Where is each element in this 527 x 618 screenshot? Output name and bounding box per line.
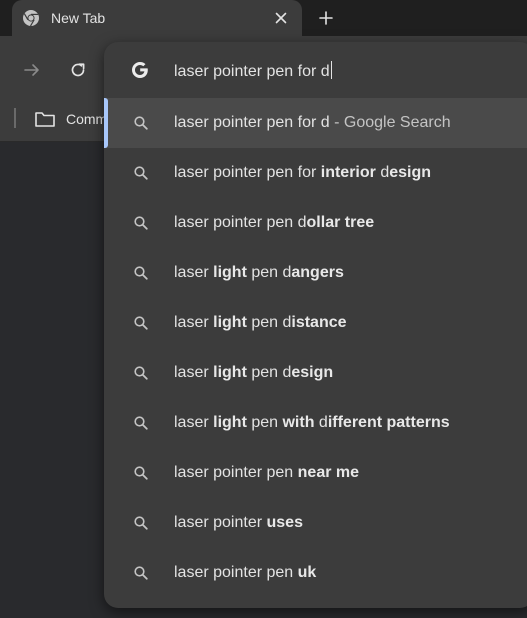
suggestion-query: pen d <box>246 264 292 281</box>
search-icon <box>133 465 149 481</box>
bookmark-folder[interactable]: Comm <box>34 106 107 132</box>
suggestion-query: laser pointer pen d <box>174 214 307 231</box>
suggestion-query: laser pointer <box>174 514 267 531</box>
suggestion-text: laser pointer pen for interior design <box>174 163 431 183</box>
suggestion-completion: uses <box>266 514 303 531</box>
suggestion-text: laser light pen with different patterns <box>174 413 450 433</box>
search-icon <box>133 165 149 181</box>
tab-title: New Tab <box>51 10 106 26</box>
suggestion-query: pen d <box>246 364 292 381</box>
folder-icon <box>35 112 55 127</box>
suggestion-text: laser pointer uses <box>174 513 303 533</box>
suggestion-completion: esign <box>291 364 334 381</box>
selection-indicator <box>104 98 108 148</box>
suggestion-completion: light <box>213 364 247 381</box>
suggestion-completion: interior <box>320 164 376 181</box>
reload-button[interactable] <box>66 58 90 82</box>
suggestion-text: laser pointer pen dollar tree <box>174 213 374 233</box>
omnibox-input-row[interactable]: laser pointer pen for d <box>104 42 527 98</box>
suggestion-query: d <box>375 164 390 181</box>
suggestion-completion: ollar tree <box>306 214 375 231</box>
new-tab-button[interactable] <box>314 6 338 30</box>
suggestion-text: laser light pen dangers <box>174 263 344 283</box>
text-caret <box>330 61 332 79</box>
suggestion-query: - Google Search <box>329 114 451 131</box>
suggestion-completion: near me <box>297 464 360 481</box>
suggestion-completion: light <box>213 414 247 431</box>
search-icon <box>133 115 149 131</box>
search-icon <box>133 315 149 331</box>
suggestion-text: laser light pen design <box>174 363 333 383</box>
suggestion-text: laser pointer pen for d - Google Search <box>174 113 451 133</box>
search-icon <box>133 365 149 381</box>
suggestion-completion: light <box>213 264 247 281</box>
suggestion-query: laser pointer pen <box>174 564 298 581</box>
suggestion-text: laser light pen distance <box>174 313 347 333</box>
suggestion-completion: ifferent patterns <box>327 414 450 431</box>
suggestion-completion: light <box>213 314 247 331</box>
suggestion-query: pen d <box>246 314 292 331</box>
suggestion-item[interactable]: laser light pen dangers <box>104 248 527 298</box>
suggestion-query: laser <box>174 314 214 331</box>
suggestion-query: laser pointer pen for <box>174 164 321 181</box>
suggestion-query: laser pointer pen for d <box>174 114 330 131</box>
suggestion-completion: istance <box>291 314 347 331</box>
chrome-icon <box>22 9 40 27</box>
suggestion-completion: uk <box>297 564 317 581</box>
suggestion-list: laser pointer pen for d - Google Search l… <box>104 98 527 598</box>
close-icon[interactable] <box>270 7 292 29</box>
suggestion-item[interactable]: laser pointer pen for d - Google Search <box>104 98 527 148</box>
arrow-right-icon <box>24 64 39 76</box>
search-icon <box>133 265 149 281</box>
suggestion-query: d <box>314 414 328 431</box>
search-icon <box>133 215 149 231</box>
suggestion-query: laser <box>174 264 214 281</box>
bookmarks-separator <box>14 108 16 128</box>
omnibox-input[interactable]: laser pointer pen for d <box>174 61 332 82</box>
forward-button[interactable] <box>20 58 44 82</box>
tab-strip-edge <box>0 0 10 36</box>
google-g-icon <box>130 60 150 80</box>
suggestion-item[interactable]: laser light pen with different patterns <box>104 398 527 448</box>
suggestion-completion: esign <box>389 164 432 181</box>
suggestion-completion: with <box>282 414 315 431</box>
suggestion-text: laser pointer pen near me <box>174 463 359 483</box>
suggestion-query: laser <box>174 364 214 381</box>
suggestion-item[interactable]: laser pointer pen near me <box>104 448 527 498</box>
search-icon <box>133 515 149 531</box>
suggestion-query: pen <box>246 414 283 431</box>
suggestion-item[interactable]: laser light pen design <box>104 348 527 398</box>
suggestion-query: laser <box>174 414 214 431</box>
search-icon <box>133 565 149 581</box>
suggestion-query: laser pointer pen <box>174 464 298 481</box>
suggestion-item[interactable]: laser pointer pen for interior design <box>104 148 527 198</box>
omnibox-dropdown: laser pointer pen for d laser pointer pe… <box>104 42 527 608</box>
search-icon <box>133 415 149 431</box>
suggestion-item[interactable]: laser pointer pen dollar tree <box>104 198 527 248</box>
suggestion-completion: angers <box>291 264 344 281</box>
bookmark-folder-label: Comm <box>66 111 108 127</box>
reload-icon <box>71 63 85 77</box>
tab-strip: New Tab <box>0 0 527 36</box>
suggestion-item[interactable]: laser pointer pen uk <box>104 548 527 598</box>
suggestion-item[interactable]: laser light pen distance <box>104 298 527 348</box>
plus-icon <box>319 11 333 25</box>
suggestion-text: laser pointer pen uk <box>174 563 316 583</box>
tab-new-tab[interactable]: New Tab <box>12 0 302 36</box>
suggestion-item[interactable]: laser pointer uses <box>104 498 527 548</box>
